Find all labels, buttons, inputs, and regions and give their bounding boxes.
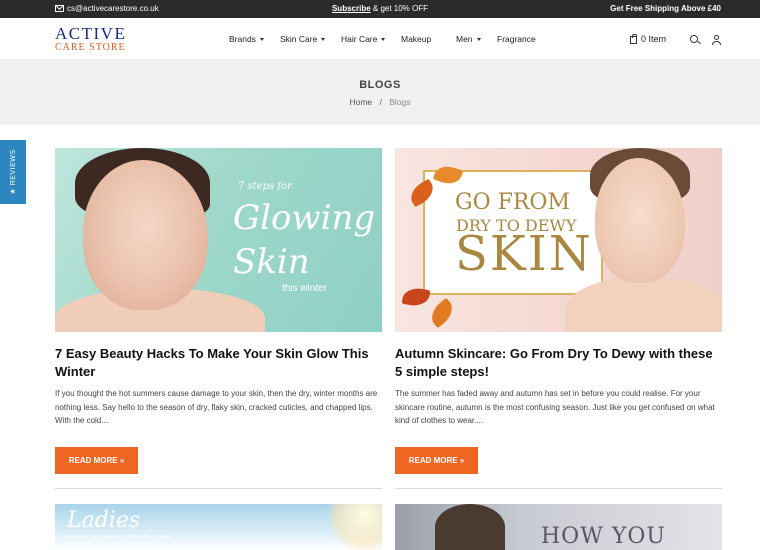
autumn-leaf-icon: [426, 297, 458, 329]
reviews-tab[interactable]: ★ REVIEWS: [0, 140, 26, 204]
image-caption-sub: this winter: [282, 283, 328, 294]
image-caption-big: Glowing Skin: [233, 196, 376, 284]
blog-excerpt: If you thought the hot summers cause dam…: [55, 389, 378, 425]
read-more-button[interactable]: READ MORE »: [395, 447, 478, 474]
page-title: BLOGS: [359, 79, 401, 91]
shopping-bag-icon: [630, 34, 637, 44]
page-title-band: BLOGS Home / Blogs: [0, 60, 760, 125]
image-caption-small: make sure your fragrance matches the occ…: [65, 534, 172, 546]
nav-label: Makeup: [401, 34, 432, 44]
logo-line1: ACTIVE: [55, 24, 127, 43]
nav-label: Fragrance: [497, 34, 536, 44]
subscribe-link[interactable]: Subscribe: [332, 4, 371, 13]
model-face: [595, 158, 685, 283]
nav-skin-care[interactable]: Skin Care: [280, 34, 326, 44]
blog-card: Ladies make sure your fragrance matches …: [55, 504, 382, 550]
blog-image[interactable]: HOW YOU SMELL CAN: [395, 504, 722, 550]
sun-glow: [325, 504, 382, 550]
blog-title[interactable]: 7 Easy Beauty Hacks To Make Your Skin Gl…: [55, 345, 382, 381]
nav-brands[interactable]: Brands: [229, 34, 264, 44]
image-caption-big: Ladies: [67, 508, 141, 533]
nav-label: Brands: [229, 34, 256, 44]
chevron-down-icon: [321, 37, 326, 41]
breadcrumb-home[interactable]: Home: [349, 97, 372, 107]
chevron-down-icon: [381, 37, 386, 41]
image-caption-small: 7 steps for: [238, 181, 292, 192]
image-caption-big: HOW YOU SMELL CAN: [541, 524, 691, 550]
card-divider: [395, 488, 722, 489]
site-header: ACTIVE CARE STORE Brands Skin Care Hair …: [0, 18, 760, 60]
chevron-down-icon: [476, 37, 481, 41]
blog-image[interactable]: 7 steps for Glowing Skin this winter: [55, 148, 382, 332]
model-hair: [435, 504, 505, 550]
breadcrumb-separator: /: [379, 97, 382, 107]
autumn-leaf-icon: [401, 285, 431, 309]
cart-label: 0 Item: [641, 34, 667, 44]
nav-makeup[interactable]: Makeup: [401, 34, 431, 44]
nav-label: Hair Care: [341, 34, 378, 44]
search-icon[interactable]: [690, 35, 698, 43]
nav-hair-care[interactable]: Hair Care: [341, 34, 386, 44]
chevron-down-icon: [259, 37, 264, 41]
nav-label: Skin Care: [280, 34, 318, 44]
blog-image[interactable]: GO FROM DRY TO DEWY SKIN: [395, 148, 722, 332]
breadcrumb: Home / Blogs: [0, 97, 760, 107]
logo-line2: CARE STORE: [55, 42, 126, 53]
image-caption-3: SKIN: [455, 226, 593, 282]
blog-title[interactable]: Autumn Skincare: Go From Dry To Dewy wit…: [395, 345, 722, 381]
card-divider: [55, 488, 382, 489]
store-logo[interactable]: ACTIVE CARE STORE: [55, 25, 126, 53]
top-bar: cs@activecarestore.co.uk Subscribe & get…: [0, 0, 760, 18]
promo-rest: & get 10% OFF: [370, 4, 429, 13]
shipping-notice: Get Free Shipping Above £40: [610, 4, 721, 13]
blog-excerpt: The summer has faded away and autumn has…: [395, 389, 715, 425]
model-face: [83, 160, 208, 310]
blog-card: 7 steps for Glowing Skin this winter 7 E…: [55, 148, 382, 489]
image-caption-1: GO FROM: [455, 190, 570, 215]
blog-image[interactable]: Ladies make sure your fragrance matches …: [55, 504, 382, 550]
breadcrumb-current: Blogs: [389, 97, 411, 107]
cart-button[interactable]: 0 Item: [630, 34, 666, 44]
nav-men[interactable]: Men: [456, 34, 481, 44]
blog-card: GO FROM DRY TO DEWY SKIN Autumn Skincare…: [395, 148, 722, 489]
user-account-icon[interactable]: [711, 35, 721, 45]
blog-card: HOW YOU SMELL CAN: [395, 504, 722, 550]
nav-fragrance[interactable]: Fragrance: [497, 34, 536, 44]
nav-label: Men: [456, 34, 473, 44]
reviews-label: ★ REVIEWS: [10, 149, 17, 195]
image-caption-big-text: Glowing Skin: [233, 198, 376, 282]
read-more-button[interactable]: READ MORE »: [55, 447, 138, 474]
